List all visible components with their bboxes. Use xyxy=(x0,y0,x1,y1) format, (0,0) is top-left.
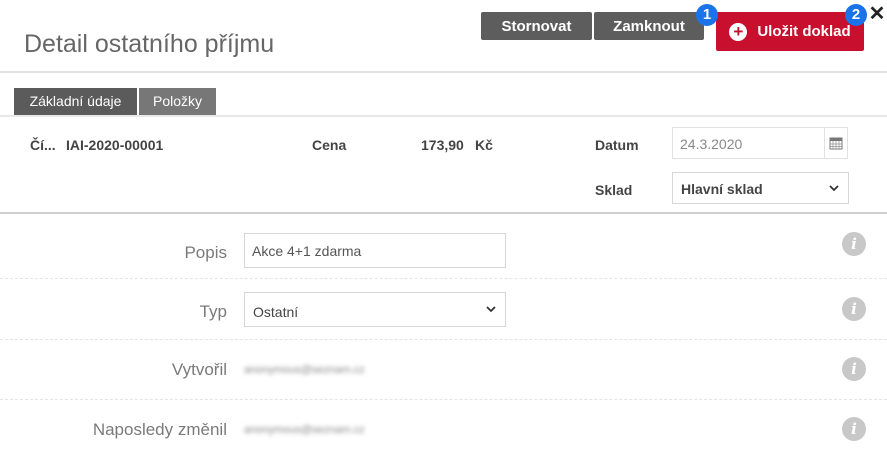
created-by-value: anonymous@seznam.cz xyxy=(244,364,365,376)
calendar-icon[interactable] xyxy=(824,128,847,158)
warehouse-value: Hlavní sklad xyxy=(681,181,763,197)
tab-items[interactable]: Položky xyxy=(139,88,216,115)
cancel-button[interactable]: Stornovat xyxy=(481,12,592,40)
summary-divider xyxy=(0,212,887,214)
lock-button[interactable]: Zamknout xyxy=(594,12,704,40)
step-badge-2: 2 xyxy=(845,4,867,26)
row-divider xyxy=(0,399,887,400)
tabs-divider xyxy=(0,115,887,117)
header-divider xyxy=(0,71,887,73)
last-changed-label: Naposledy změnil xyxy=(92,420,227,439)
type-info-icon[interactable]: i xyxy=(842,297,866,321)
description-value: Akce 4+1 zdarma xyxy=(252,243,362,259)
row-divider xyxy=(0,278,887,279)
warehouse-select[interactable]: Hlavní sklad xyxy=(672,172,849,204)
date-value: 24.3.2020 xyxy=(680,136,743,152)
chevron-down-icon xyxy=(829,185,839,192)
price-label: Cena xyxy=(312,137,347,153)
document-number-value: IAI-2020-00001 xyxy=(66,137,164,153)
page-title: Detail ostatního příjmu xyxy=(24,30,275,58)
description-input[interactable]: Akce 4+1 zdarma xyxy=(244,233,506,268)
save-document-label: Uložit doklad xyxy=(757,23,851,40)
description-info-icon[interactable]: i xyxy=(842,232,866,256)
date-field[interactable]: 24.3.2020 xyxy=(672,127,848,159)
type-value: Ostatní xyxy=(253,304,299,320)
currency-label: Kč xyxy=(475,137,493,153)
created-by-info-icon[interactable]: i xyxy=(842,357,866,381)
created-by-label: Vytvořil xyxy=(171,360,227,379)
save-document-button[interactable]: + Uložit doklad xyxy=(716,12,864,51)
step-badge-1: 1 xyxy=(696,4,718,26)
tab-basic-info[interactable]: Základní údaje xyxy=(14,88,137,115)
row-divider xyxy=(0,339,887,340)
description-label: Popis xyxy=(184,243,227,262)
document-number-label: Čí... xyxy=(30,137,56,153)
chevron-down-icon xyxy=(486,306,496,313)
type-label: Typ xyxy=(199,302,227,321)
plus-icon: + xyxy=(729,22,748,41)
date-label: Datum xyxy=(595,137,639,153)
last-changed-info-icon[interactable]: i xyxy=(842,417,866,441)
last-changed-value: anonymous@seznam.cz xyxy=(244,424,365,436)
warehouse-label: Sklad xyxy=(595,182,633,198)
price-value: 173,90 xyxy=(421,137,464,153)
type-select[interactable]: Ostatní xyxy=(244,292,506,327)
close-icon[interactable]: ✕ xyxy=(867,2,887,26)
